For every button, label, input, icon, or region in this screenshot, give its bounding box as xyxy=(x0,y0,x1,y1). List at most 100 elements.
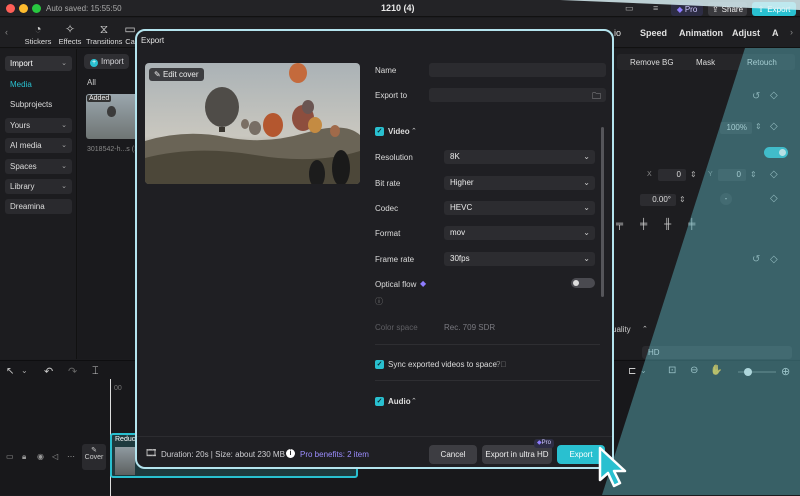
keyframe-icon[interactable]: ◇ xyxy=(770,121,778,132)
pro-benefits-link[interactable]: Pro benefits: 2 item xyxy=(300,450,369,459)
undo-icon[interactable]: ↶ xyxy=(44,365,53,378)
speaker-icon[interactable]: ◁ xyxy=(52,452,58,461)
sticker-icon: ◔ xyxy=(34,22,42,36)
track-caption-icon[interactable]: ▭ xyxy=(6,452,14,461)
tab-audio[interactable]: io xyxy=(614,28,621,38)
subtab-remove-bg[interactable]: Remove BG xyxy=(630,58,674,67)
rotation-input[interactable]: 0.00° xyxy=(640,194,676,206)
link-icon[interactable]: ⊡ xyxy=(668,365,676,376)
format-select[interactable]: mov ⌄ xyxy=(444,226,595,240)
codec-select[interactable]: HEVC ⌄ xyxy=(444,201,595,215)
collapse-right-icon[interactable]: › xyxy=(790,27,793,37)
tool-transitions[interactable]: ⧖ Transitions xyxy=(86,23,122,46)
collapse-left-icon[interactable]: ‹ xyxy=(5,27,8,37)
more-icon[interactable]: ⋯ xyxy=(67,452,75,461)
redo-icon[interactable]: ↷ xyxy=(68,365,77,378)
zoom-slider-knob[interactable] xyxy=(744,368,752,376)
tab-adjust[interactable]: Adjust xyxy=(732,28,760,38)
sync-checkbox[interactable]: ✓ xyxy=(375,360,384,369)
sidebar-item-media[interactable]: Media xyxy=(5,77,72,92)
sidebar-item-yours[interactable]: Yours ⌄ xyxy=(5,118,72,133)
sidebar-item-dreamina[interactable]: Dreamina xyxy=(5,199,72,214)
zoom-slider[interactable] xyxy=(738,368,776,376)
video-checkbox[interactable]: ✓ xyxy=(375,127,384,136)
select-tool-icon[interactable]: ↖ xyxy=(6,366,14,377)
chevron-up-icon[interactable]: ⌃ xyxy=(642,325,648,333)
rotate-dial-icon[interactable]: - xyxy=(720,193,732,205)
minimize-window-button[interactable] xyxy=(19,4,28,13)
sidebar-item-import[interactable]: Import ⌄ xyxy=(5,56,72,71)
tool-stickers[interactable]: ◔ Stickers xyxy=(24,23,52,46)
import-button[interactable]: + Import xyxy=(84,54,129,69)
lock-icon[interactable]: 🔒︎ xyxy=(22,452,26,462)
pro-button[interactable]: ◆ Pro xyxy=(671,2,703,16)
menu-icon[interactable]: ≡ xyxy=(653,3,658,13)
chevron-down-icon: ⌄ xyxy=(583,228,590,237)
sidebar-item-subprojects[interactable]: Subprojects xyxy=(5,97,72,112)
framerate-select[interactable]: 30fps ⌄ xyxy=(444,252,595,266)
rotation-stepper-icon[interactable]: ⇕ xyxy=(679,195,686,204)
bitrate-select[interactable]: Higher ⌄ xyxy=(444,176,595,190)
cancel-button[interactable]: Cancel xyxy=(429,445,477,464)
reset-icon[interactable]: ↺ xyxy=(752,254,760,265)
toggle-switch[interactable] xyxy=(764,147,788,158)
zoom-out-icon[interactable]: ⊖ xyxy=(690,365,698,376)
chevron-down-icon: ⌄ xyxy=(61,60,67,67)
edit-cover-button[interactable]: ✎ Edit cover xyxy=(149,68,204,81)
export-ultra-hd-button[interactable]: Export in ultra HD ◆Pro xyxy=(482,439,554,464)
info-icon[interactable]: ⓘ xyxy=(375,296,383,307)
name-input[interactable] xyxy=(429,63,606,77)
sidebar-item-library[interactable]: Library ⌄ xyxy=(5,179,72,194)
close-window-button[interactable] xyxy=(6,4,15,13)
zoom-in-icon[interactable]: ⊕ xyxy=(781,365,790,378)
scale-input[interactable]: 100% xyxy=(720,122,752,134)
subtab-mask[interactable]: Mask xyxy=(696,58,715,67)
audio-checkbox[interactable]: ✓ xyxy=(375,397,384,406)
chevron-up-icon[interactable]: ⌃ xyxy=(411,127,417,135)
reset-icon[interactable]: ↺ xyxy=(752,91,760,102)
filter-all[interactable]: All xyxy=(87,78,96,87)
top-export-button[interactable]: ⇧ Export xyxy=(752,2,796,16)
x-label: X xyxy=(647,171,652,178)
tool-effects[interactable]: ✧ Effects xyxy=(56,23,84,46)
help-icon[interactable]: ?⃝ xyxy=(496,360,506,369)
tab-animation[interactable]: Animation xyxy=(679,28,723,38)
settings-scrollbar[interactable] xyxy=(601,127,604,297)
eye-icon[interactable]: ◉ xyxy=(37,452,44,461)
y-input[interactable]: 0 xyxy=(718,169,746,181)
cover-preview[interactable]: ✎ Edit cover xyxy=(145,63,360,184)
hand-icon[interactable]: ✋ xyxy=(710,365,722,376)
keyframe-icon[interactable]: ◇ xyxy=(770,254,778,265)
chevron-down-icon[interactable]: ⌄ xyxy=(21,366,28,375)
duration-size-info: Duration: 20s | Size: about 230 MB xyxy=(161,450,285,459)
maximize-window-button[interactable] xyxy=(32,4,41,13)
snap-icon[interactable]: ⊏ xyxy=(628,366,636,377)
layout-icon[interactable]: ▭ xyxy=(625,3,634,14)
share-button[interactable]: ⇪ Share xyxy=(708,2,747,16)
keyframe-icon[interactable]: ◇ xyxy=(770,90,778,101)
split-icon[interactable]: ⌶ xyxy=(92,365,99,378)
sidebar-item-spaces[interactable]: Spaces ⌄ xyxy=(5,159,72,174)
x-stepper-icon[interactable]: ⇕ xyxy=(690,170,697,179)
tab-speed[interactable]: Speed xyxy=(640,28,667,38)
y-stepper-icon[interactable]: ⇕ xyxy=(750,170,757,179)
keyframe-icon[interactable]: ◇ xyxy=(770,193,778,204)
align-icons[interactable]: ╤╪╫╪ xyxy=(616,219,712,230)
bitrate-label: Bit rate xyxy=(375,179,401,188)
subtab-retouch[interactable]: Retouch xyxy=(747,58,777,67)
optical-flow-toggle[interactable] xyxy=(571,278,595,288)
folder-icon[interactable]: 🗀 xyxy=(592,89,601,105)
chevron-down-icon[interactable]: ⌄ xyxy=(640,366,647,375)
cover-button[interactable]: ✎ Cover xyxy=(82,444,106,470)
tab-ai[interactable]: A xyxy=(772,28,779,38)
keyframe-icon[interactable]: ◇ xyxy=(770,169,778,180)
resolution-select[interactable]: 8K ⌄ xyxy=(444,150,595,164)
scale-stepper-icon[interactable]: ⇕ xyxy=(755,122,762,131)
sidebar-item-ai-media[interactable]: AI media ⌄ xyxy=(5,138,72,153)
media-thumbnail[interactable]: Added xyxy=(86,94,138,139)
quality-select[interactable]: HD xyxy=(642,346,792,359)
quality-label: uality xyxy=(612,325,631,334)
chevron-up-icon[interactable]: ⌃ xyxy=(411,397,417,405)
export-path-input[interactable]: 🗀 xyxy=(429,88,606,102)
x-input[interactable]: 0 xyxy=(658,169,686,181)
